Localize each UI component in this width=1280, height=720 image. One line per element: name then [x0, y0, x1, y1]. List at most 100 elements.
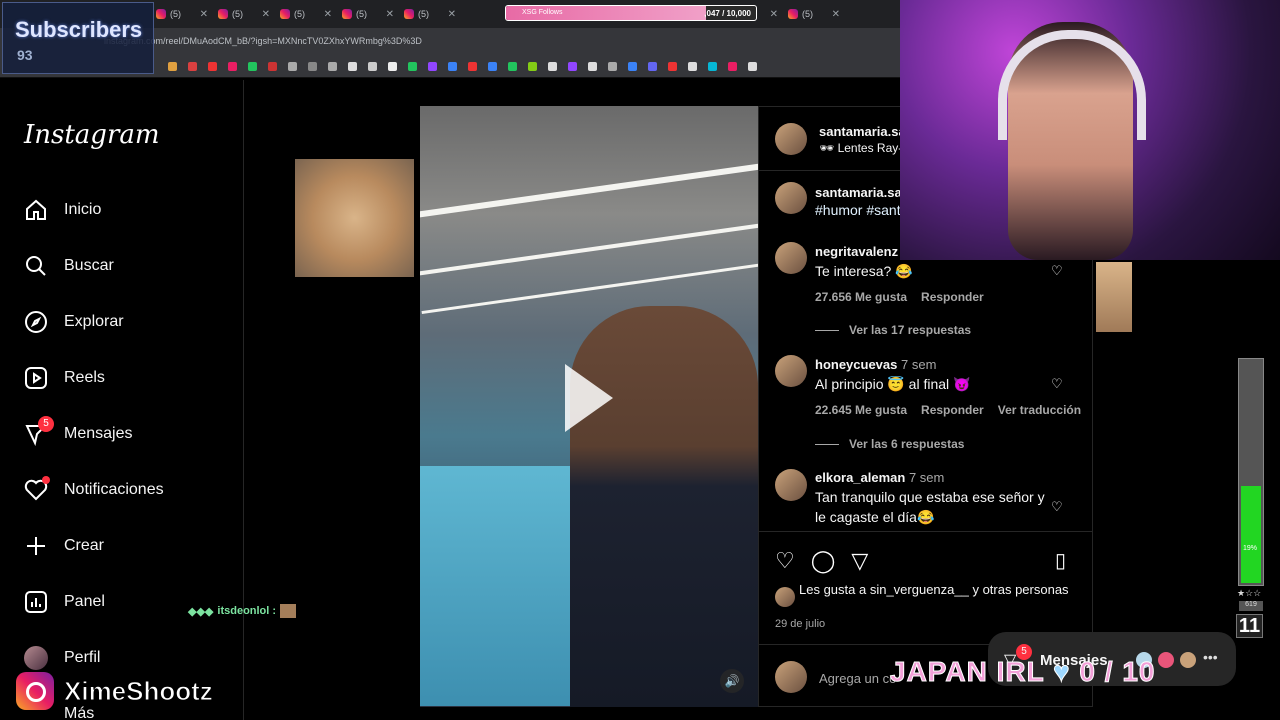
comment-avatar[interactable]: [775, 355, 807, 387]
bookmark-icon[interactable]: [468, 62, 477, 71]
bookmark-icon[interactable]: [668, 62, 677, 71]
close-tab-icon[interactable]: ✕: [262, 9, 270, 20]
message-avatar[interactable]: [1178, 650, 1198, 670]
add-comment-input[interactable]: Agrega un co: [819, 671, 896, 686]
close-tab-icon[interactable]: ✕: [386, 9, 394, 20]
comment-avatar[interactable]: [775, 469, 807, 501]
japan-irl-goal: JAPAN IRL ♥ 0 / 10: [889, 656, 1156, 688]
comment-icon[interactable]: ◯: [811, 548, 836, 574]
bookmark-icon[interactable]: [328, 62, 337, 71]
dashboard-icon: [24, 590, 48, 614]
bookmark-icon[interactable]: [208, 62, 217, 71]
bookmark-icon[interactable]: [588, 62, 597, 71]
close-tab-icon[interactable]: ✕: [770, 9, 778, 20]
author-audio[interactable]: 🕶 Lentes Ray-B: [819, 141, 910, 155]
bookmark-icon[interactable]: [608, 62, 617, 71]
bookmark-icon[interactable]: [348, 62, 357, 71]
bookmark-icon[interactable]: [268, 62, 277, 71]
close-tab-icon[interactable]: ✕: [448, 9, 456, 20]
browser-tab[interactable]: (5)✕: [214, 3, 276, 25]
browser-tab[interactable]: (5)✕: [784, 3, 846, 25]
sidebar-item-explorar[interactable]: Explorar: [24, 305, 124, 339]
view-replies-link[interactable]: Ver las 17 respuestas: [815, 323, 971, 337]
like-icon[interactable]: ♡: [775, 548, 795, 574]
sidebar-item-perfil[interactable]: Perfil: [24, 641, 100, 675]
instagram-logo[interactable]: Instagram: [24, 120, 160, 150]
bookmark-icon[interactable]: [508, 62, 517, 71]
bookmark-icon[interactable]: [688, 62, 697, 71]
bookmark-icon[interactable]: [748, 62, 757, 71]
sidebar-item-inicio[interactable]: Inicio: [24, 193, 101, 227]
comment-username[interactable]: elkora_aleman 7 sem: [815, 470, 944, 485]
author-avatar[interactable]: [775, 123, 807, 155]
caption-username[interactable]: santamaria.sa: [815, 185, 902, 200]
bookmark-icon[interactable]: [568, 62, 577, 71]
message-avatar[interactable]: [1156, 650, 1176, 670]
diaper-packs: [420, 466, 580, 706]
caption-hashtags[interactable]: #humor #sant: [815, 202, 901, 218]
chat-emote-icon: [280, 604, 297, 618]
bookmark-icon[interactable]: [488, 62, 497, 71]
sidebar-item-reels[interactable]: Reels: [24, 361, 105, 395]
save-icon[interactable]: ▯: [1055, 548, 1066, 573]
sidebar-item-buscar[interactable]: Buscar: [24, 249, 114, 283]
bookmark-icon[interactable]: [648, 62, 657, 71]
like-comment-icon[interactable]: ♡: [1051, 263, 1063, 279]
bookmark-icon[interactable]: [168, 62, 177, 71]
bookmark-icon[interactable]: [308, 62, 317, 71]
comment-username[interactable]: honeycuevas 7 sem: [815, 357, 936, 372]
heart-icon: [24, 476, 50, 502]
sidebar-item-notificaciones[interactable]: Notificaciones: [24, 473, 164, 507]
comment-avatar[interactable]: [775, 242, 807, 274]
translate-link[interactable]: Ver traducción: [998, 403, 1081, 417]
share-icon[interactable]: ▽: [851, 548, 868, 574]
sidebar-item-mensajes[interactable]: 5 Mensajes: [24, 416, 132, 451]
bookmark-icon[interactable]: [548, 62, 557, 71]
like-comment-icon[interactable]: ♡: [1051, 376, 1063, 392]
bookmark-icon[interactable]: [288, 62, 297, 71]
play-icon[interactable]: [565, 364, 613, 432]
sidebar-item-label: Notificaciones: [64, 481, 164, 498]
reply-link[interactable]: Responder: [921, 403, 984, 417]
close-tab-icon[interactable]: ✕: [324, 9, 332, 20]
more-icon[interactable]: •••: [1203, 649, 1218, 665]
comment-likes[interactable]: 27.656 Me gusta: [815, 290, 907, 304]
liker-avatar[interactable]: [775, 587, 795, 607]
like-comment-icon[interactable]: ♡: [1051, 499, 1063, 515]
browser-tab[interactable]: (5)✕: [152, 3, 214, 25]
sidebar-item-label: Crear: [64, 537, 105, 554]
bookmark-icon[interactable]: [448, 62, 457, 71]
instagram-favicon-icon: [280, 9, 290, 19]
comment-text: Te interesa? 😂: [815, 263, 913, 279]
sidebar-item-crear[interactable]: Crear: [24, 529, 104, 563]
level-big: 11: [1236, 614, 1263, 638]
bookmark-icon[interactable]: [428, 62, 437, 71]
bookmark-icon[interactable]: [408, 62, 417, 71]
comment-likes[interactable]: 22.645 Me gusta: [815, 403, 907, 417]
bookmark-icon[interactable]: [248, 62, 257, 71]
browser-tab[interactable]: (5)✕: [276, 3, 338, 25]
bookmark-icon[interactable]: [728, 62, 737, 71]
likes-summary[interactable]: Les gusta a sin_verguenza__ y otras pers…: [799, 581, 1069, 599]
view-replies-link[interactable]: Ver las 6 respuestas: [815, 437, 964, 451]
volume-icon[interactable]: 🔊: [720, 669, 744, 693]
bookmark-icon[interactable]: [368, 62, 377, 71]
bookmark-icon[interactable]: [708, 62, 717, 71]
caption-avatar[interactable]: [775, 182, 807, 214]
browser-tab[interactable]: (5)✕: [338, 3, 400, 25]
close-tab-icon[interactable]: ✕: [832, 9, 840, 20]
bookmark-icon[interactable]: [188, 62, 197, 71]
close-tab-icon[interactable]: ✕: [200, 9, 208, 20]
comment-time: 7 sem: [901, 357, 937, 372]
sidebar-item-panel[interactable]: Panel: [24, 585, 105, 619]
reply-link[interactable]: Responder: [921, 290, 984, 304]
bookmark-icon[interactable]: [528, 62, 537, 71]
comment-username[interactable]: negritavalenz: [815, 244, 898, 259]
reel-video[interactable]: 🔊: [420, 106, 758, 707]
bookmark-icon[interactable]: [228, 62, 237, 71]
browser-tab[interactable]: (5)✕: [400, 3, 462, 25]
bookmark-icon[interactable]: [628, 62, 637, 71]
bookmark-icon[interactable]: [388, 62, 397, 71]
author-username[interactable]: santamaria.sa: [819, 124, 906, 139]
instagram-favicon-icon: [156, 9, 166, 19]
